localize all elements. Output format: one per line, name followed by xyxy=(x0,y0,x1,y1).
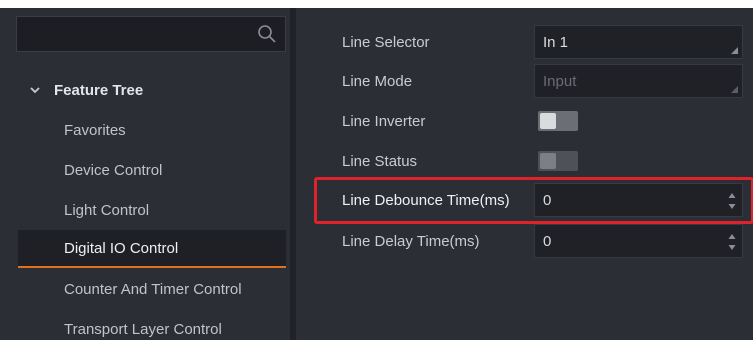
chevron-down-icon[interactable] xyxy=(28,83,42,97)
tree-item-light-control[interactable]: Light Control xyxy=(18,191,286,229)
line-mode-label: Line Mode xyxy=(342,72,413,90)
spin-arrows-icon[interactable] xyxy=(728,233,736,251)
toggle-knob xyxy=(540,153,556,169)
line-selector-value: In 1 xyxy=(543,33,569,51)
properties-panel: Line Selector In 1 Line Mode Input Line … xyxy=(296,8,753,340)
search-icon[interactable] xyxy=(257,24,277,44)
line-selector-label: Line Selector xyxy=(342,33,430,51)
feature-tree-title: Feature Tree xyxy=(54,81,144,99)
line-status-label: Line Status xyxy=(342,152,418,170)
tree-item-transport-layer-control[interactable]: Transport Layer Control xyxy=(18,310,286,340)
line-inverter-toggle[interactable] xyxy=(538,111,578,131)
line-inverter-label: Line Inverter xyxy=(342,112,426,130)
dropdown-arrow-icon xyxy=(731,47,738,54)
tree-item-counter-and-timer-control[interactable]: Counter And Timer Control xyxy=(18,270,286,308)
search-input[interactable] xyxy=(17,17,247,51)
tree-item-device-control[interactable]: Device Control xyxy=(18,151,286,189)
tree-item-favorites[interactable]: Favorites xyxy=(18,111,286,149)
search-box[interactable] xyxy=(16,16,286,52)
line-mode-value: Input xyxy=(543,72,577,90)
line-delay-time-spinbox[interactable]: 0 xyxy=(534,224,743,258)
highlight-annotation xyxy=(314,177,753,224)
dropdown-arrow-icon xyxy=(731,86,738,93)
tree-item-digital-io-control[interactable]: Digital IO Control xyxy=(18,230,286,268)
line-delay-time-value: 0 xyxy=(543,232,552,250)
feature-tree-header[interactable]: Feature Tree xyxy=(28,78,143,102)
line-status-toggle xyxy=(538,151,578,171)
toggle-knob xyxy=(540,113,556,129)
line-mode-dropdown: Input xyxy=(534,64,743,98)
app-window: Feature Tree Favorites Device Control Li… xyxy=(0,0,753,340)
line-selector-dropdown[interactable]: In 1 xyxy=(534,25,743,59)
feature-tree-panel: Feature Tree Favorites Device Control Li… xyxy=(0,8,290,340)
line-delay-time-label: Line Delay Time(ms) xyxy=(342,232,480,250)
